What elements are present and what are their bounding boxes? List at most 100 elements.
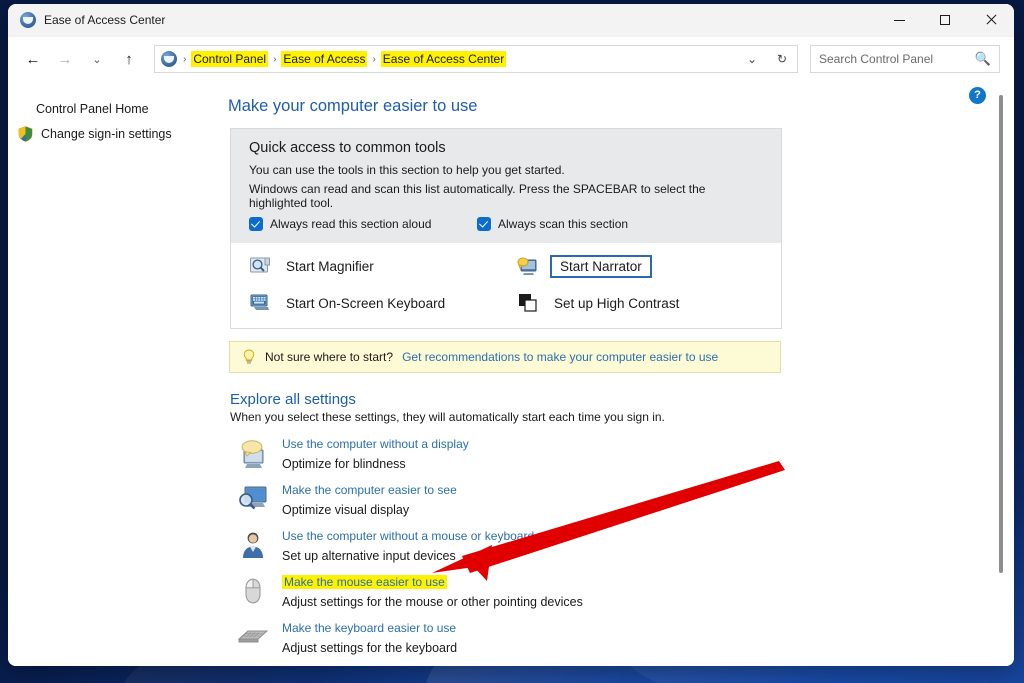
setting-description: Optimize visual display xyxy=(282,503,410,517)
close-button[interactable] xyxy=(968,4,1014,37)
chevron-down-icon[interactable]: ⌄ xyxy=(739,46,765,72)
breadcrumb-item-ease-of-access-center[interactable]: Ease of Access Center xyxy=(380,51,507,67)
setting-link[interactable]: Make the mouse easier to use xyxy=(282,575,447,589)
explore-subtitle: When you select these settings, they wil… xyxy=(230,410,665,424)
setting-text: Use the computer without a mouse or keyb… xyxy=(282,526,534,563)
ease-of-access-icon xyxy=(20,12,36,28)
title-bar: Ease of Access Center xyxy=(8,4,1014,37)
forward-button[interactable]: → xyxy=(50,44,80,74)
keyboard-icon xyxy=(236,620,270,654)
breadcrumb: › Control Panel › Ease of Access › Ease … xyxy=(181,51,735,67)
sidebar-item-control-panel-home[interactable]: Control Panel Home xyxy=(8,97,220,121)
window-body: Control Panel Home Change sign-in settin… xyxy=(8,81,1014,666)
quick-access-panel: Quick access to common tools You can use… xyxy=(230,128,782,329)
maximize-icon xyxy=(940,15,950,25)
setting-use-computer-without-display[interactable]: Use the computer without a display Optim… xyxy=(228,434,982,471)
lightbulb-icon xyxy=(242,349,256,365)
minimize-button[interactable] xyxy=(876,4,922,37)
checkbox-label: Always read this section aloud xyxy=(270,217,432,231)
quick-access-header-section: Quick access to common tools You can use… xyxy=(231,129,781,243)
checkbox-icon[interactable] xyxy=(477,217,491,231)
search-icon[interactable]: 🔍 xyxy=(975,51,991,67)
tool-start-magnifier[interactable]: Start Magnifier xyxy=(249,255,517,278)
quick-access-checkboxes: Always read this section aloud Always sc… xyxy=(249,217,763,231)
monitor-magnify-icon xyxy=(236,482,270,516)
setting-description: Set up alternative input devices xyxy=(282,549,456,563)
setting-text: Use text or visual alternatives for soun… xyxy=(282,664,498,666)
setting-text: Make the keyboard easier to use Adjust s… xyxy=(282,618,457,655)
setting-link[interactable]: Make the computer easier to see xyxy=(282,483,457,497)
sidebar-item-label: Control Panel Home xyxy=(36,102,149,116)
display-off-icon xyxy=(236,436,270,470)
window-controls xyxy=(876,4,1014,37)
search-input[interactable] xyxy=(819,52,975,66)
shield-icon xyxy=(18,126,33,142)
checkbox-always-read-aloud[interactable]: Always read this section aloud xyxy=(249,217,477,231)
magnifier-icon xyxy=(249,256,271,278)
vertical-scrollbar[interactable] xyxy=(994,95,1008,655)
tool-label: Start On-Screen Keyboard xyxy=(286,295,446,311)
content-pane: ? Make your computer easier to use Quick… xyxy=(220,81,1014,666)
on-screen-keyboard-icon xyxy=(249,292,271,314)
up-button[interactable]: ↑ xyxy=(114,44,144,74)
tool-label: Set up High Contrast xyxy=(554,295,680,311)
checkbox-label: Always scan this section xyxy=(498,217,629,231)
setting-text: Make the computer easier to see Optimize… xyxy=(282,480,457,517)
setting-description: Adjust settings for the mouse or other p… xyxy=(282,595,583,609)
explore-heading: Explore all settings xyxy=(230,391,356,408)
checkbox-icon[interactable] xyxy=(249,217,263,231)
setting-description: Optimize for blindness xyxy=(282,457,406,471)
tool-label: Start Magnifier xyxy=(286,259,374,274)
setting-make-keyboard-easier-to-use[interactable]: Make the keyboard easier to use Adjust s… xyxy=(228,618,982,655)
content-inner: Make your computer easier to use Quick a… xyxy=(220,97,1014,666)
help-button[interactable]: ? xyxy=(969,87,986,104)
setting-link[interactable]: Make the keyboard easier to use xyxy=(282,621,456,635)
recent-locations-button[interactable]: ⌄ xyxy=(82,44,112,74)
checkbox-always-scan-section[interactable]: Always scan this section xyxy=(477,217,628,231)
refresh-icon[interactable]: ↻ xyxy=(769,46,795,72)
mouse-icon xyxy=(236,574,270,608)
tool-label: Start Narrator xyxy=(550,255,652,278)
quick-access-line1: You can use the tools in this section to… xyxy=(249,163,565,177)
person-icon xyxy=(236,528,270,562)
setting-text: Use the computer without a display Optim… xyxy=(282,434,469,471)
maximize-button[interactable] xyxy=(922,4,968,37)
breadcrumb-item-ease-of-access[interactable]: Ease of Access xyxy=(281,51,368,67)
tool-set-up-high-contrast[interactable]: Set up High Contrast xyxy=(517,292,763,314)
search-box[interactable]: 🔍 xyxy=(810,45,1000,73)
quick-access-tools-section: Start Magnifier Start Narrator Start On-… xyxy=(231,243,781,328)
tool-start-narrator[interactable]: Start Narrator xyxy=(517,255,763,278)
tip-question: Not sure where to start? xyxy=(265,350,394,364)
breadcrumb-item-control-panel[interactable]: Control Panel xyxy=(191,51,269,67)
quick-access-tools-grid: Start Magnifier Start Narrator Start On-… xyxy=(249,255,763,314)
tool-start-on-screen-keyboard[interactable]: Start On-Screen Keyboard xyxy=(249,292,517,314)
setting-make-mouse-easier-to-use[interactable]: Make the mouse easier to use Adjust sett… xyxy=(228,572,982,609)
setting-make-computer-easier-to-see[interactable]: Make the computer easier to see Optimize… xyxy=(228,480,982,517)
setting-link[interactable]: Use the computer without a display xyxy=(282,437,469,451)
page-title: Make your computer easier to use xyxy=(228,97,478,115)
narrator-icon xyxy=(517,256,539,278)
close-icon xyxy=(985,14,997,26)
setting-use-computer-without-mouse-keyboard[interactable]: Use the computer without a mouse or keyb… xyxy=(228,526,982,563)
tip-bar: Not sure where to start? Get recommendat… xyxy=(229,341,781,373)
address-bar-icon xyxy=(161,51,177,67)
back-button[interactable]: ← xyxy=(18,44,48,74)
sidebar: Control Panel Home Change sign-in settin… xyxy=(8,81,220,666)
scrollbar-thumb[interactable] xyxy=(999,95,1003,573)
setting-link[interactable]: Use the computer without a mouse or keyb… xyxy=(282,529,534,543)
title-bar-left: Ease of Access Center xyxy=(8,12,876,28)
window-title: Ease of Access Center xyxy=(44,13,166,27)
quick-access-line2: Windows can read and scan this list auto… xyxy=(249,182,706,210)
minimize-icon xyxy=(893,19,905,21)
navigation-bar: ← → ⌄ ↑ › Control Panel › Ease of Access… xyxy=(8,37,1014,81)
address-bar[interactable]: › Control Panel › Ease of Access › Ease … xyxy=(154,45,798,73)
breadcrumb-separator: › xyxy=(273,53,277,65)
setting-description: Adjust settings for the keyboard xyxy=(282,641,458,655)
tip-link[interactable]: Get recommendations to make your compute… xyxy=(402,350,718,364)
sidebar-item-change-sign-in-settings[interactable]: Change sign-in settings xyxy=(8,121,220,147)
sidebar-item-label: Change sign-in settings xyxy=(41,127,172,141)
breadcrumb-separator: › xyxy=(372,53,376,65)
high-contrast-icon xyxy=(517,292,539,314)
setting-use-text-or-visual-alternatives-for-sounds[interactable]: Use text or visual alternatives for soun… xyxy=(228,664,982,666)
setting-text: Make the mouse easier to use Adjust sett… xyxy=(282,572,583,609)
